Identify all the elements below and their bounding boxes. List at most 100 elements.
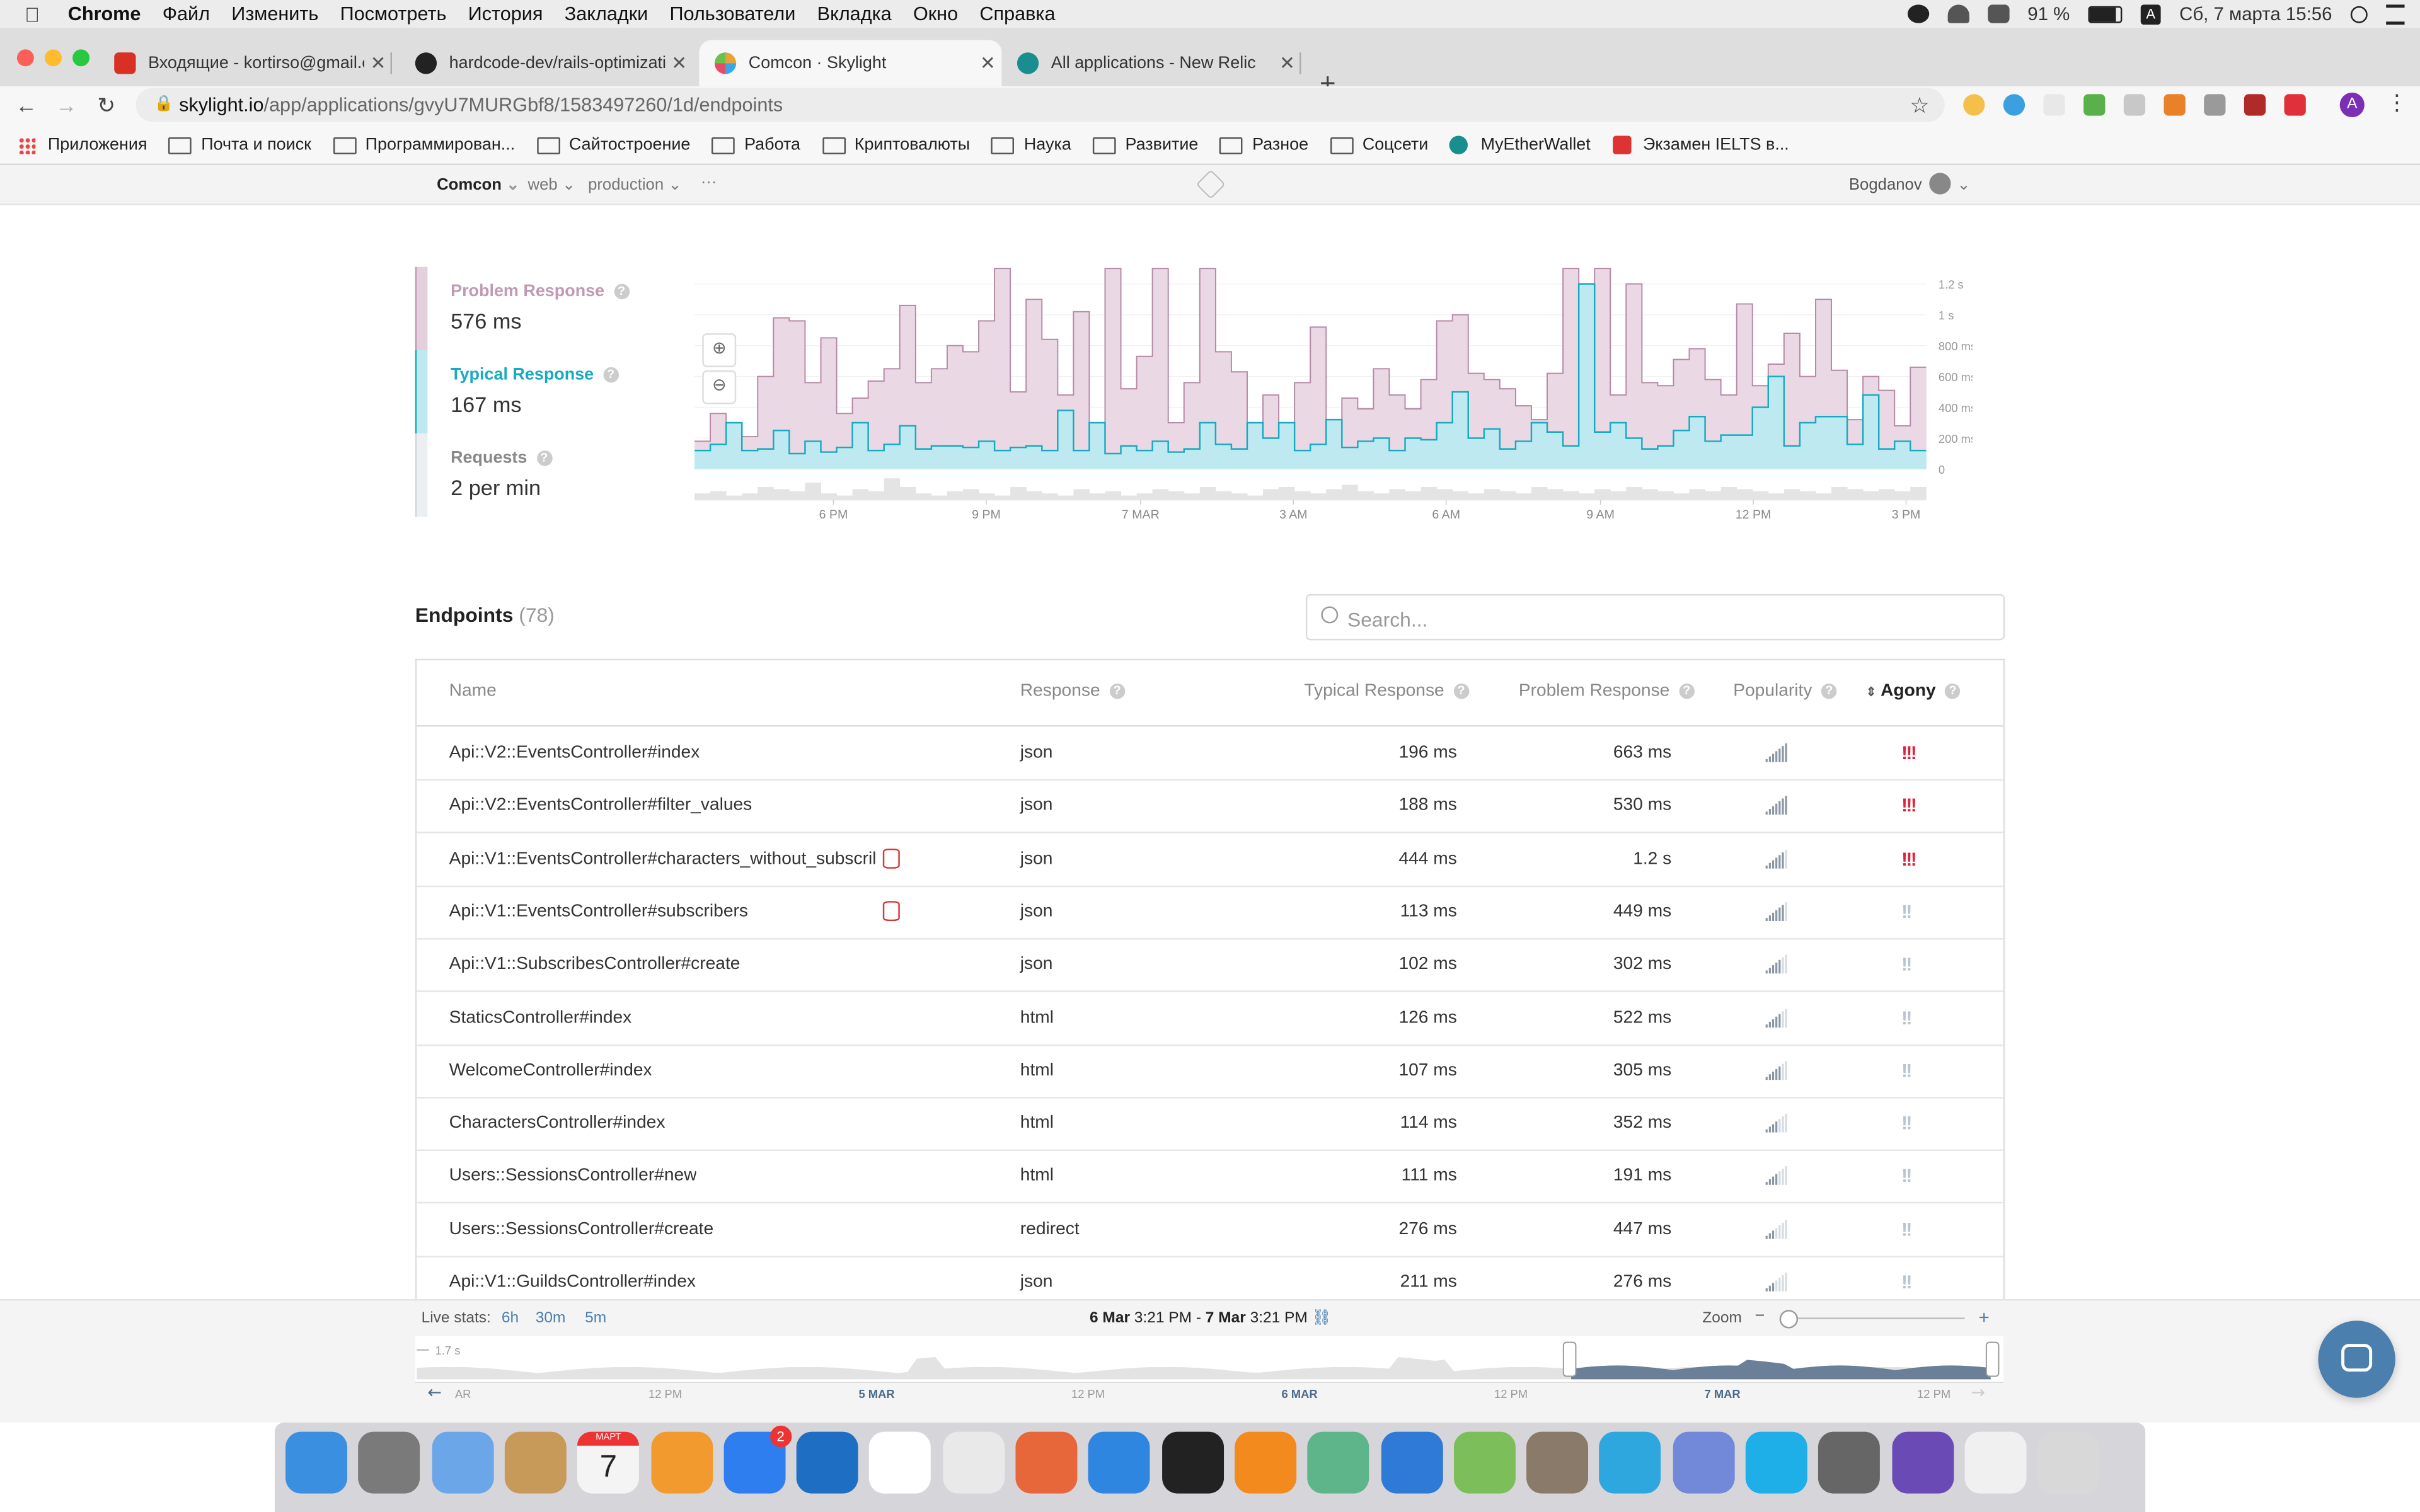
xcode-icon[interactable] <box>1380 1431 1443 1494</box>
column-header-popularity[interactable]: Popularity? <box>1733 682 1837 701</box>
safari-icon[interactable] <box>1088 1431 1151 1494</box>
table-row[interactable]: WelcomeController#index html 107 ms 305 ms!… <box>417 1044 2003 1099</box>
extension-icon-5[interactable] <box>2123 94 2146 116</box>
zoom-minus-button[interactable]: − <box>1755 1307 1765 1325</box>
user-menu[interactable]: Bogdanov <box>1849 176 1922 194</box>
column-header-response[interactable]: Response? <box>1020 682 1125 701</box>
menu-window[interactable]: Окно <box>913 3 958 25</box>
bookmark-apps[interactable]: Приложения <box>18 136 147 154</box>
lock-icon[interactable]: 🔒 <box>154 88 173 122</box>
close-tab-icon[interactable]: ✕ <box>666 52 693 74</box>
browser-tab-newrelic[interactable]: All applications - New Relic ✕ <box>1001 40 1301 86</box>
gimp-icon[interactable] <box>1526 1431 1589 1494</box>
endpoint-name[interactable]: Api::V1::EventsController#subscribers <box>449 902 748 920</box>
menu-help[interactable]: Справка <box>979 3 1055 25</box>
battery-icon[interactable] <box>2088 5 2123 23</box>
menu-tab[interactable]: Вкладка <box>817 3 892 25</box>
app-switcher[interactable]: Comcon ⌄ <box>437 176 520 194</box>
column-header-problem-response[interactable]: Problem Response? <box>1519 682 1695 701</box>
table-row[interactable]: Api::V2::EventsController#filter_values j… <box>417 779 2003 834</box>
openoffice-icon[interactable] <box>796 1431 858 1494</box>
trash-icon[interactable] <box>2037 1431 2100 1494</box>
vpn-status-icon[interactable] <box>1907 4 1929 23</box>
atom-icon[interactable] <box>1307 1431 1369 1494</box>
close-tab-icon[interactable]: ✕ <box>364 52 392 74</box>
endpoint-name[interactable]: Api::V2::EventsController#filter_values <box>449 796 752 815</box>
environment-switcher[interactable]: production ⌄ <box>588 176 682 194</box>
wifi-icon[interactable] <box>1947 4 1969 23</box>
terminal-icon[interactable] <box>1161 1431 1224 1494</box>
help-icon[interactable]: ? <box>1679 683 1695 699</box>
back-button[interactable]: ← <box>15 93 37 117</box>
response-time-chart[interactable]: 1.2 s 1 s 800 ms 600 ms 400 ms 200 ms 0 6 PM 9 P… <box>691 259 1973 537</box>
endpoint-name[interactable]: Users::SessionsController#new <box>449 1167 697 1185</box>
system-preferences-icon[interactable] <box>358 1431 420 1494</box>
menu-bookmarks[interactable]: Закладки <box>565 3 648 25</box>
menu-file[interactable]: Файл <box>163 3 210 25</box>
slack-icon[interactable] <box>869 1431 931 1494</box>
discord-icon[interactable] <box>1672 1431 1734 1494</box>
minimize-window-button[interactable] <box>45 49 62 67</box>
extension-icon-9[interactable] <box>2284 94 2306 116</box>
live-stats-30m[interactable]: 30m <box>536 1310 566 1327</box>
extension-icon-8[interactable] <box>2244 94 2266 116</box>
more-menu[interactable]: ··· <box>701 173 717 191</box>
finder-icon[interactable] <box>285 1431 348 1494</box>
menu-edit[interactable]: Изменить <box>231 3 318 25</box>
link-icon[interactable]: ⛓ <box>1312 1310 1332 1327</box>
clock[interactable]: Сб, 7 марта 15:56 <box>2179 3 2332 25</box>
mail-icon[interactable] <box>431 1431 493 1494</box>
forward-button[interactable]: → <box>55 93 77 117</box>
metamask-icon[interactable] <box>2164 94 2186 116</box>
help-icon[interactable]: ? <box>602 367 619 383</box>
pdf-document-icon[interactable] <box>1964 1431 2027 1494</box>
telegram-icon[interactable] <box>1599 1431 1662 1494</box>
extension-icon-1[interactable] <box>1963 94 1985 116</box>
table-row[interactable]: Users::SessionsController#new html 111 ms 1… <box>417 1150 2003 1205</box>
chrome-icon[interactable] <box>942 1431 1005 1494</box>
chat-launcher-button[interactable] <box>2318 1320 2395 1398</box>
input-source-indicator[interactable]: A <box>2140 4 2161 24</box>
browser-tab-github[interactable]: hardcode-dev/rails-optimization ✕ <box>400 40 693 86</box>
extension-icon-2[interactable] <box>2003 94 2025 116</box>
chevron-down-icon[interactable]: ⌄ <box>1957 176 1971 194</box>
column-header-name[interactable]: Name <box>449 682 497 700</box>
menu-history[interactable]: История <box>468 3 543 25</box>
help-icon[interactable]: ? <box>613 284 630 300</box>
bookmark-folder[interactable]: Разное <box>1219 136 1308 154</box>
endpoint-name[interactable]: StaticsController#index <box>449 1008 632 1026</box>
browser-menu-icon[interactable]: ⋮ <box>2386 89 2407 116</box>
firefox-icon[interactable] <box>1015 1431 1078 1494</box>
zoom-slider[interactable] <box>1779 1310 1965 1329</box>
endpoint-search[interactable] <box>1305 593 2005 641</box>
bookmark-folder[interactable]: Развитие <box>1093 136 1198 154</box>
zoom-window-button[interactable] <box>72 49 90 67</box>
zoom-plus-button[interactable]: + <box>1979 1307 1990 1328</box>
skype-icon[interactable] <box>1745 1431 1807 1494</box>
menu-app-chrome[interactable]: Chrome <box>68 3 141 25</box>
calendar-icon[interactable]: МАРТ 7 <box>577 1431 640 1494</box>
endpoint-name[interactable]: CharactersController#index <box>449 1114 666 1132</box>
skylight-logo-icon[interactable] <box>1196 169 1226 200</box>
zoom-out-button[interactable]: ⊖ <box>702 370 737 404</box>
search-input[interactable] <box>1344 602 1983 636</box>
endpoint-name[interactable]: Api::V1::GuildsController#index <box>449 1273 696 1291</box>
table-row[interactable]: CharactersController#index html 114 ms 352 … <box>417 1097 2003 1152</box>
endpoint-name[interactable]: Api::V1::SubscribesController#create <box>449 955 740 973</box>
notification-center-icon[interactable] <box>2386 4 2405 24</box>
calculator-icon[interactable] <box>1818 1431 1881 1494</box>
live-stats-5m[interactable]: 5m <box>585 1310 606 1327</box>
table-row[interactable]: Api::V1::EventsController#subscribers jso… <box>417 885 2003 940</box>
reload-button[interactable]: ↻ <box>97 93 115 119</box>
close-window-button[interactable] <box>16 49 34 67</box>
bookmark-folder[interactable]: Работа <box>712 136 800 154</box>
timeline-forward-arrow-icon[interactable]: → <box>1971 1383 1985 1402</box>
bookmark-star-icon[interactable]: ☆ <box>1910 88 1929 122</box>
volume-icon[interactable] <box>1987 4 2009 23</box>
url-text[interactable]: skylight.io/app/applications/gvyU7MURGbf… <box>179 88 783 122</box>
menu-people[interactable]: Пользователи <box>670 3 796 25</box>
sublime-text-icon[interactable] <box>1234 1431 1296 1494</box>
vpn-icon[interactable] <box>1891 1431 1954 1494</box>
table-row[interactable]: Api::V2::EventsController#index json 196 m… <box>417 726 2003 781</box>
live-stats-6h[interactable]: 6h <box>502 1310 519 1327</box>
